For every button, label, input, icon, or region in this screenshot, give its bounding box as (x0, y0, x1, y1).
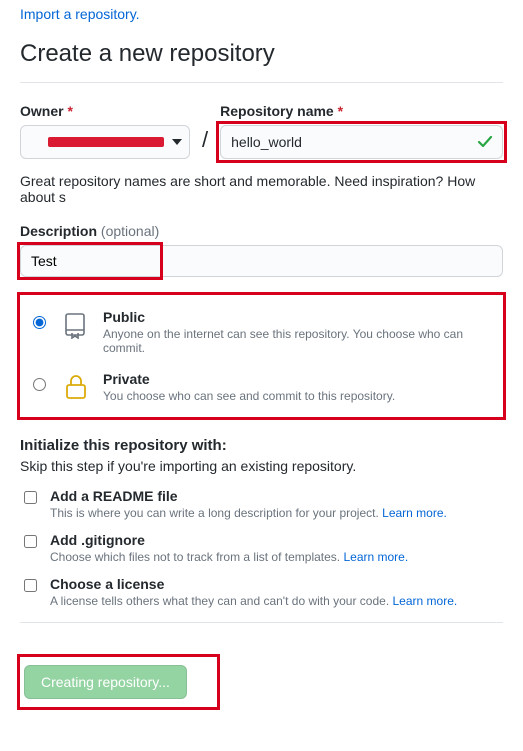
readme-title: Add a README file (50, 488, 447, 504)
gitignore-title: Add .gitignore (50, 532, 408, 548)
public-radio[interactable] (33, 316, 46, 329)
private-desc: You choose who can see and commit to thi… (103, 389, 395, 403)
public-desc: Anyone on the internet can see this repo… (103, 327, 495, 355)
license-checkbox[interactable] (24, 579, 37, 592)
public-title: Public (103, 309, 495, 325)
slash-separator: / (198, 127, 212, 159)
gitignore-desc: Choose which files not to track from a l… (50, 550, 408, 564)
divider (20, 622, 503, 623)
check-icon (477, 134, 493, 150)
repo-name-input[interactable] (220, 125, 503, 159)
import-repo-link[interactable]: Import a repository. (20, 6, 140, 22)
private-radio[interactable] (33, 378, 46, 391)
description-label: Description (optional) (20, 223, 503, 239)
gitignore-checkbox[interactable] (24, 535, 37, 548)
owner-label: Owner * (20, 103, 190, 119)
divider (20, 82, 503, 83)
license-learn-more-link[interactable]: Learn more. (393, 594, 458, 608)
redacted-owner (48, 137, 164, 147)
repo-icon (61, 309, 91, 339)
readme-checkbox[interactable] (24, 491, 37, 504)
init-title: Initialize this repository with: (20, 437, 503, 454)
init-subtitle: Skip this step if you're importing an ex… (20, 458, 503, 474)
license-desc: A license tells others what they can and… (50, 594, 457, 608)
description-input[interactable] (20, 245, 503, 277)
readme-learn-more-link[interactable]: Learn more. (382, 506, 447, 520)
readme-desc: This is where you can write a long descr… (50, 506, 447, 520)
gitignore-learn-more-link[interactable]: Learn more. (343, 550, 408, 564)
private-title: Private (103, 371, 395, 387)
repo-name-hint: Great repository names are short and mem… (20, 173, 503, 205)
visibility-section: Public Anyone on the internet can see th… (20, 295, 503, 417)
create-repo-button[interactable]: Creating repository... (24, 665, 187, 699)
license-title: Choose a license (50, 576, 457, 592)
repo-name-label: Repository name * (220, 103, 503, 119)
page-title: Create a new repository (20, 40, 503, 68)
lock-icon (61, 371, 91, 401)
